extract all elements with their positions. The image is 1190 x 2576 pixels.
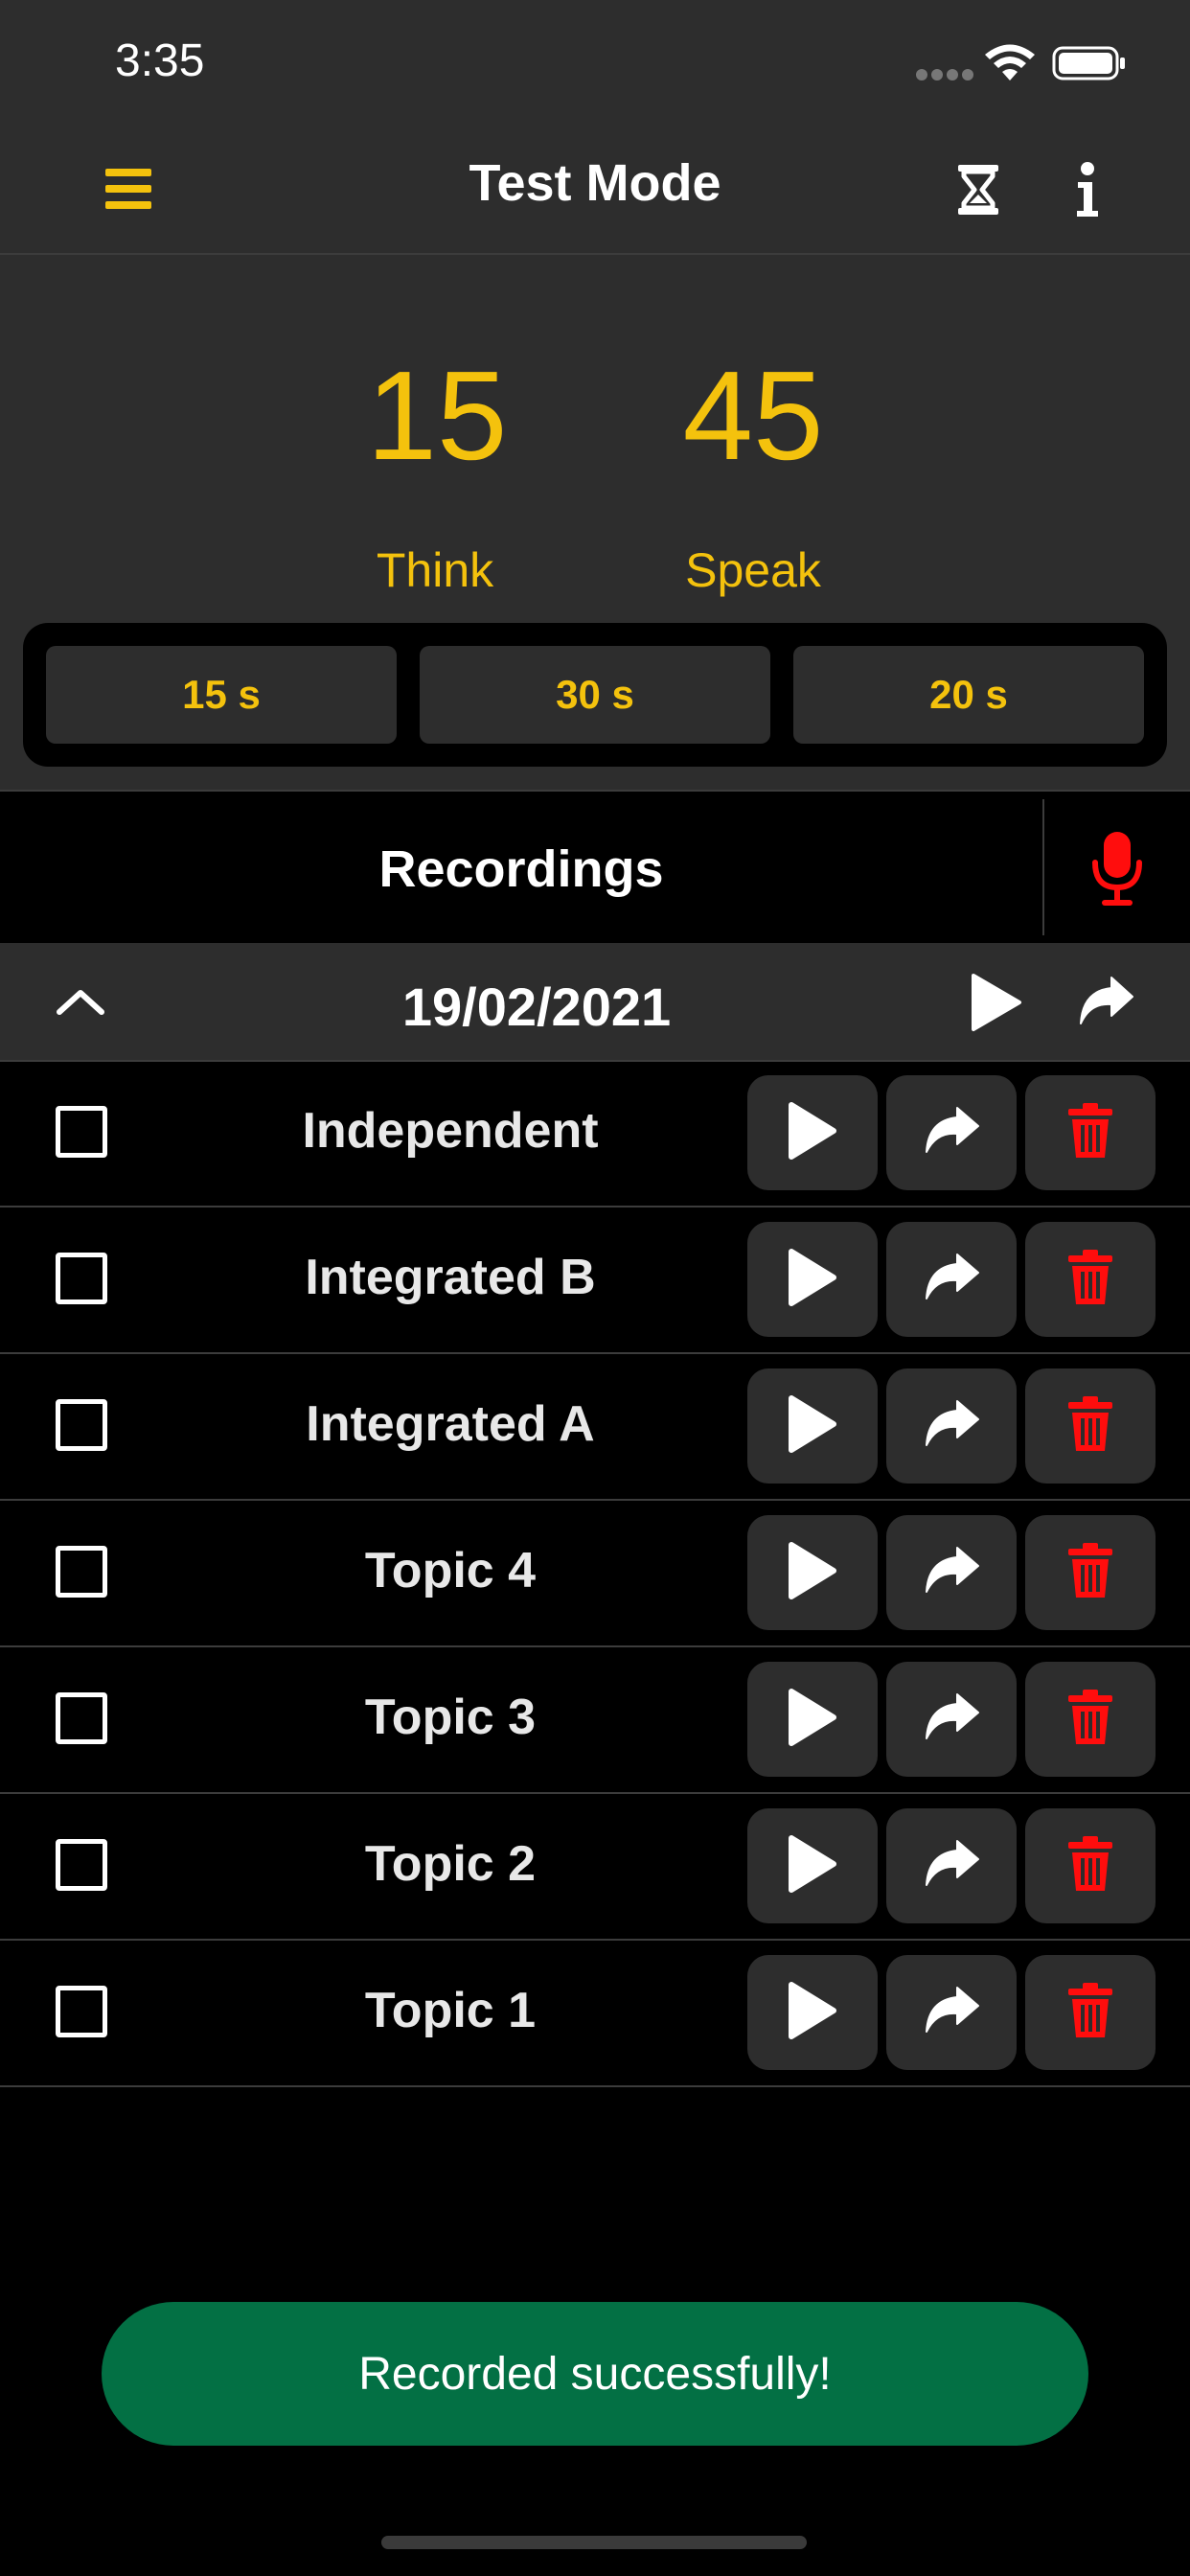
preset-button-3[interactable]: 20 s: [793, 646, 1144, 744]
share-icon: [923, 1106, 980, 1161]
select-checkbox[interactable]: [56, 1253, 107, 1304]
recording-row: Integrated A: [0, 1355, 1190, 1501]
play-button[interactable]: [747, 1515, 878, 1630]
trash-icon: [1066, 1982, 1114, 2044]
share-icon: [923, 1692, 980, 1747]
recording-label: Integrated A: [306, 1396, 595, 1452]
play-icon: [786, 1981, 839, 2045]
share-button[interactable]: [886, 1515, 1017, 1630]
select-checkbox[interactable]: [56, 1106, 107, 1158]
recording-label: Topic 4: [364, 1543, 537, 1598]
trash-icon: [1066, 1102, 1114, 1164]
play-button[interactable]: [747, 1808, 878, 1923]
speak-seconds: 45: [682, 345, 824, 486]
recording-row: Topic 1: [0, 1942, 1190, 2087]
delete-button[interactable]: [1025, 1368, 1156, 1484]
share-button[interactable]: [886, 1955, 1017, 2070]
select-checkbox[interactable]: [56, 1546, 107, 1598]
play-icon: [786, 1688, 839, 1752]
recording-row: Topic 4: [0, 1502, 1190, 1647]
page-title: Test Mode: [469, 154, 721, 212]
select-checkbox[interactable]: [56, 1399, 107, 1451]
battery-icon: [1052, 46, 1125, 80]
info-icon[interactable]: [1073, 161, 1102, 218]
toast-message: Recorded successfully!: [358, 2348, 832, 2400]
recording-row: Topic 3: [0, 1648, 1190, 1794]
share-button[interactable]: [886, 1368, 1017, 1484]
divider: [0, 790, 1190, 792]
recording-label: Integrated B: [305, 1250, 596, 1305]
recording-label: Independent: [302, 1103, 599, 1159]
success-toast: Recorded successfully!: [102, 2302, 1088, 2446]
delete-button[interactable]: [1025, 1222, 1156, 1337]
recording-row: Topic 2: [0, 1795, 1190, 1941]
play-button[interactable]: [747, 1075, 878, 1190]
play-icon: [786, 1248, 839, 1312]
status-time: 3:35: [115, 35, 205, 86]
speak-label: Speak: [685, 543, 821, 597]
recording-label: Topic 1: [364, 1983, 537, 2038]
recordings-title: Recordings: [378, 840, 664, 898]
select-checkbox[interactable]: [56, 1692, 107, 1744]
play-icon: [786, 1541, 839, 1605]
delete-button[interactable]: [1025, 1662, 1156, 1777]
share-icon: [923, 1253, 980, 1307]
play-all-icon[interactable]: [970, 972, 1023, 1033]
share-all-icon[interactable]: [1079, 976, 1134, 1027]
wifi-icon: [985, 44, 1035, 80]
share-button[interactable]: [886, 1075, 1017, 1190]
share-button[interactable]: [886, 1662, 1017, 1777]
hourglass-icon[interactable]: [956, 163, 1000, 217]
share-icon: [923, 1839, 980, 1894]
play-button[interactable]: [747, 1222, 878, 1337]
play-icon: [786, 1101, 839, 1165]
preset-button-1[interactable]: 15 s: [46, 646, 397, 744]
group-date: 19/02/2021: [401, 977, 672, 1037]
delete-button[interactable]: [1025, 1955, 1156, 2070]
cellular-signal-icon: [916, 69, 973, 80]
delete-button[interactable]: [1025, 1515, 1156, 1630]
preset-button-2[interactable]: 30 s: [420, 646, 770, 744]
recording-label: Topic 3: [364, 1690, 537, 1745]
microphone-icon[interactable]: [1090, 830, 1144, 908]
play-icon: [786, 1394, 839, 1459]
trash-icon: [1066, 1395, 1114, 1458]
think-label: Think: [376, 543, 494, 597]
think-seconds: 15: [366, 345, 508, 486]
trash-icon: [1066, 1542, 1114, 1604]
share-icon: [923, 1986, 980, 2040]
share-button[interactable]: [886, 1222, 1017, 1337]
share-icon: [923, 1546, 980, 1600]
home-indicator: [381, 2536, 807, 2549]
select-checkbox[interactable]: [56, 1986, 107, 2037]
select-checkbox[interactable]: [56, 1839, 107, 1891]
share-icon: [923, 1399, 980, 1454]
delete-button[interactable]: [1025, 1075, 1156, 1190]
trash-icon: [1066, 1249, 1114, 1311]
play-icon: [786, 1834, 839, 1898]
play-button[interactable]: [747, 1955, 878, 2070]
delete-button[interactable]: [1025, 1808, 1156, 1923]
recording-row: Independent: [0, 1062, 1190, 1208]
recording-row: Integrated B: [0, 1208, 1190, 1354]
play-button[interactable]: [747, 1368, 878, 1484]
recording-label: Topic 2: [364, 1836, 537, 1892]
play-button[interactable]: [747, 1662, 878, 1777]
trash-icon: [1066, 1689, 1114, 1751]
divider: [1042, 799, 1044, 935]
trash-icon: [1066, 1835, 1114, 1898]
share-button[interactable]: [886, 1808, 1017, 1923]
